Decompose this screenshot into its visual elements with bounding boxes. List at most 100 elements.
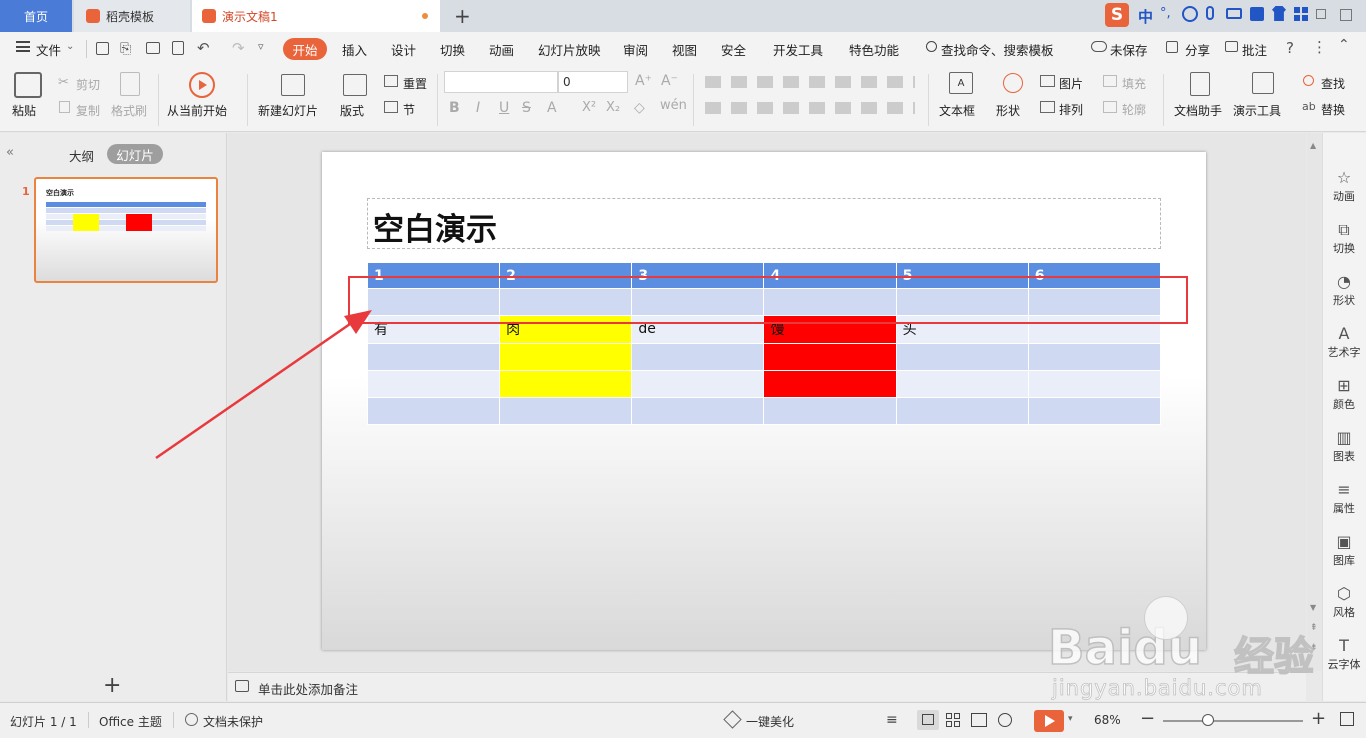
- tab-document[interactable]: 演示文稿1: [192, 0, 440, 32]
- paste-icon[interactable]: [14, 72, 42, 98]
- table-cell[interactable]: [631, 342, 765, 371]
- subscript-icon[interactable]: X₂: [606, 100, 620, 115]
- new-tab-button[interactable]: +: [454, 4, 471, 28]
- menu-animation[interactable]: 动画: [489, 40, 514, 59]
- font-color-icon[interactable]: A: [547, 100, 557, 116]
- table-cell[interactable]: [366, 397, 501, 426]
- keyboard-icon[interactable]: [1226, 8, 1242, 19]
- one-click-beautify[interactable]: 一键美化: [746, 713, 794, 730]
- menu-insert[interactable]: 插入: [342, 40, 367, 59]
- strikethrough-icon[interactable]: S: [522, 100, 531, 116]
- menu-security[interactable]: 安全: [721, 40, 746, 59]
- comment-button[interactable]: 批注: [1242, 40, 1267, 59]
- table-cell[interactable]: [366, 369, 501, 399]
- table-cell[interactable]: [1027, 397, 1162, 426]
- sidebar-chart[interactable]: ▥ 图表: [1322, 428, 1366, 464]
- paste-button[interactable]: 粘贴: [12, 102, 36, 119]
- protection-status[interactable]: 文档未保护: [203, 713, 263, 730]
- zoom-out-icon[interactable]: −: [1140, 708, 1155, 729]
- customize-dropdown-icon[interactable]: ▿: [258, 40, 264, 53]
- help-icon[interactable]: ?: [1286, 39, 1294, 57]
- copy-button[interactable]: 复制: [76, 102, 100, 119]
- slide-thumbnail[interactable]: 空白演示: [34, 177, 218, 283]
- menu-developer[interactable]: 开发工具: [773, 40, 823, 59]
- menu-special[interactable]: 特色功能: [849, 40, 899, 59]
- from-current-button[interactable]: 从当前开始: [167, 102, 227, 119]
- unsaved-status[interactable]: 未保存: [1110, 40, 1148, 59]
- superscript-icon[interactable]: X²: [582, 100, 596, 115]
- sidebar-transition[interactable]: ⧉ 切换: [1322, 220, 1366, 256]
- doc-assistant-button[interactable]: 文档助手: [1174, 102, 1222, 119]
- sidebar-animation[interactable]: ☆ 动画: [1322, 168, 1366, 204]
- sidebar-shape[interactable]: ◔ 形状: [1322, 272, 1366, 308]
- sidebar-properties[interactable]: ≡ 属性: [1322, 480, 1366, 516]
- layout-button[interactable]: 版式: [340, 102, 364, 119]
- replace-button[interactable]: 替换: [1321, 101, 1345, 118]
- present-tools-button[interactable]: 演示工具: [1233, 102, 1281, 119]
- sidebar-gallery[interactable]: ▣ 图库: [1322, 532, 1366, 568]
- paragraph-tools-row2[interactable]: [705, 102, 915, 114]
- fill-button[interactable]: 填充: [1122, 75, 1146, 92]
- redo-icon[interactable]: ↷: [232, 39, 245, 57]
- ime-mode[interactable]: 中: [1138, 6, 1153, 27]
- bold-icon[interactable]: B: [449, 100, 460, 116]
- font-size-select[interactable]: 0: [558, 71, 628, 93]
- format-painter-button[interactable]: 格式刷: [111, 102, 147, 119]
- table-cell-highlighted-yellow[interactable]: [499, 342, 633, 371]
- menu-file[interactable]: 文件: [36, 40, 61, 59]
- add-slide-button[interactable]: +: [103, 673, 121, 698]
- ime-logo-icon[interactable]: S: [1105, 3, 1129, 27]
- table-cell[interactable]: [895, 369, 1029, 399]
- print-icon[interactable]: [146, 42, 160, 54]
- grid-menu-icon[interactable]: [1294, 7, 1308, 21]
- menu-slideshow[interactable]: 幻灯片放映: [538, 40, 601, 59]
- decrease-font-icon[interactable]: A⁻: [661, 73, 678, 89]
- table-cell[interactable]: [1027, 369, 1162, 399]
- microphone-icon[interactable]: [1206, 6, 1214, 20]
- table-cell[interactable]: [895, 397, 1029, 426]
- collapse-ribbon-icon[interactable]: ⌃: [1338, 37, 1350, 53]
- presenter-view-icon[interactable]: [998, 713, 1012, 727]
- table-cell[interactable]: [895, 342, 1029, 371]
- italic-icon[interactable]: I: [476, 100, 480, 116]
- zoom-slider-thumb[interactable]: [1202, 714, 1214, 726]
- tab-home[interactable]: 首页: [0, 0, 72, 32]
- share-button[interactable]: 分享: [1185, 40, 1210, 59]
- collapse-panel-icon[interactable]: «: [6, 145, 14, 160]
- sidebar-wordart[interactable]: A 艺术字: [1322, 324, 1366, 360]
- underline-icon[interactable]: U: [499, 100, 509, 116]
- table-cell-highlighted-red[interactable]: [763, 369, 897, 399]
- output-icon[interactable]: ⎘: [120, 41, 131, 57]
- menu-transition[interactable]: 切换: [440, 40, 465, 59]
- print-preview-icon[interactable]: [172, 41, 184, 55]
- emoji-icon[interactable]: [1182, 6, 1198, 22]
- table-cell[interactable]: [763, 397, 897, 426]
- tab-templates[interactable]: 稻壳模板: [74, 0, 190, 32]
- menu-review[interactable]: 审阅: [623, 40, 648, 59]
- ime-punct[interactable]: °,: [1160, 6, 1171, 21]
- font-name-select[interactable]: [444, 71, 558, 93]
- zoom-slider[interactable]: [1163, 720, 1303, 722]
- scroll-up-icon[interactable]: ▲: [1310, 141, 1316, 150]
- tab-outline[interactable]: 大纲: [69, 146, 94, 165]
- find-button[interactable]: 查找: [1321, 75, 1345, 92]
- table-cell[interactable]: [499, 397, 633, 426]
- reading-view-icon[interactable]: [971, 713, 987, 727]
- paragraph-tools-row1[interactable]: [705, 76, 915, 88]
- vertical-scrollbar[interactable]: ▲ ▼ ⇞ ⇟: [1307, 133, 1322, 671]
- textbox-button[interactable]: 文本框: [939, 102, 975, 119]
- new-slide-button[interactable]: 新建幻灯片: [258, 102, 318, 119]
- notes-toggle-icon[interactable]: ≡: [886, 712, 898, 728]
- cut-button[interactable]: 剪切: [76, 76, 100, 93]
- zoom-level[interactable]: 68%: [1094, 713, 1121, 727]
- table-cell[interactable]: [631, 397, 765, 426]
- theme-name[interactable]: Office 主题: [99, 713, 162, 730]
- hamburger-icon[interactable]: [16, 41, 30, 52]
- slide-title[interactable]: 空白演示: [373, 204, 497, 249]
- command-search[interactable]: 查找命令、搜索模板: [941, 40, 1054, 59]
- increase-font-icon[interactable]: A⁺: [635, 73, 652, 89]
- slide-sorter-icon[interactable]: [946, 713, 960, 727]
- sidebar-color[interactable]: ⊞ 颜色: [1322, 376, 1366, 412]
- tab-slides[interactable]: 幻灯片: [107, 144, 163, 164]
- section-button[interactable]: 节: [403, 101, 415, 118]
